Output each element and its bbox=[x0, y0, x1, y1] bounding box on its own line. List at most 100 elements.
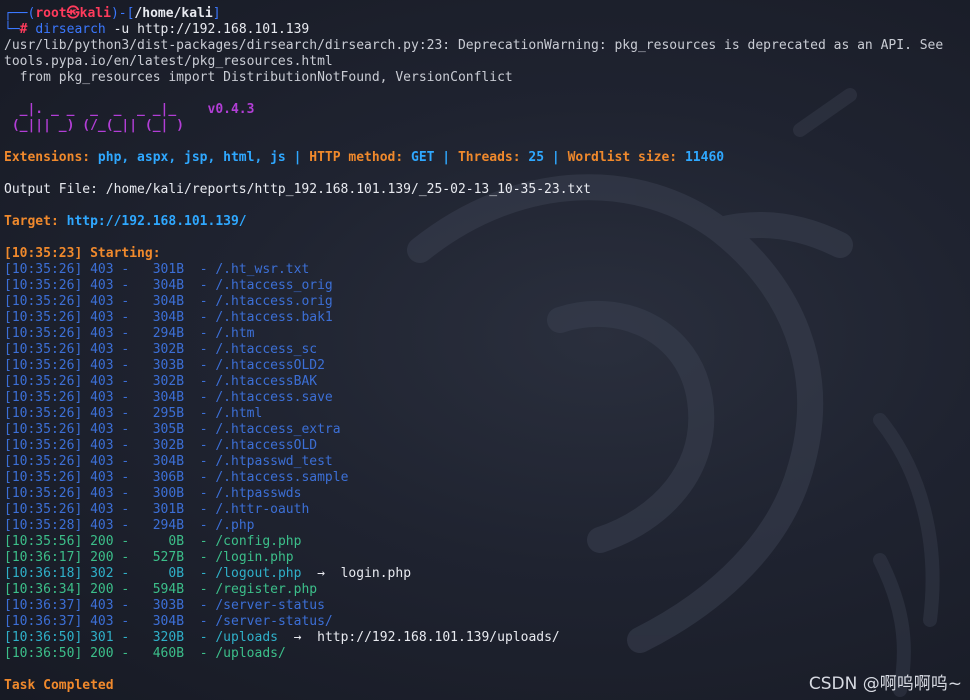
result-size: 304B bbox=[137, 294, 185, 309]
result-size: 304B bbox=[137, 454, 185, 469]
result-status: 200 bbox=[90, 582, 114, 597]
result-time: [10:36:34] bbox=[4, 582, 83, 597]
warning-line-2: tools.pypa.io/en/latest/pkg_resources.ht… bbox=[4, 54, 333, 69]
result-size: 300B bbox=[137, 486, 185, 501]
result-path: /server-status/ bbox=[215, 614, 333, 629]
result-path: /uploads bbox=[215, 630, 278, 645]
result-time: [10:35:26] bbox=[4, 406, 83, 421]
result-time: [10:35:26] bbox=[4, 326, 83, 341]
result-status: 200 bbox=[90, 550, 114, 565]
banner-art-2: (_||| _) (/_(_|| (_| ) bbox=[4, 118, 185, 133]
result-status: 403 bbox=[90, 406, 114, 421]
result-size: 304B bbox=[137, 278, 185, 293]
result-time: [10:36:17] bbox=[4, 550, 83, 565]
result-status: 403 bbox=[90, 502, 114, 517]
terminal-output: ┌──(root㉿kali)-[/home/kali] └─# dirsearc… bbox=[4, 6, 970, 694]
result-size: 304B bbox=[137, 614, 185, 629]
result-row: [10:35:28] 403 - 294B - /.php bbox=[4, 518, 255, 533]
csdn-watermark: CSDN @啊呜啊呜~ bbox=[808, 674, 962, 694]
result-row: [10:36:18] 302 - 0B - /logout.php → logi… bbox=[4, 566, 412, 581]
prompt-separator: )-[ bbox=[110, 6, 135, 21]
result-status: 200 bbox=[90, 534, 114, 549]
result-time: [10:35:26] bbox=[4, 390, 83, 405]
result-time: [10:35:26] bbox=[4, 262, 83, 277]
result-time: [10:35:26] bbox=[4, 278, 83, 293]
threads-value: 25 bbox=[528, 150, 545, 165]
target-line: Target: http://192.168.101.139/ bbox=[4, 214, 970, 230]
result-status: 403 bbox=[90, 342, 114, 357]
result-path: /.htaccess.bak1 bbox=[215, 310, 333, 325]
threads-label: Threads: bbox=[457, 150, 529, 165]
result-size: 294B bbox=[137, 518, 185, 533]
result-status: 301 bbox=[90, 630, 114, 645]
command-name: dirsearch bbox=[35, 22, 106, 37]
result-redirect: http://192.168.101.139/uploads/ bbox=[317, 630, 560, 645]
result-time: [10:35:26] bbox=[4, 342, 83, 357]
result-row: [10:35:26] 403 - 302B - /.htaccessBAK bbox=[4, 374, 318, 389]
result-row: [10:35:26] 403 - 295B - /.html bbox=[4, 406, 263, 421]
result-path: /register.php bbox=[215, 582, 318, 597]
result-size: 303B bbox=[137, 358, 185, 373]
result-time: [10:36:50] bbox=[4, 646, 83, 661]
result-size: 306B bbox=[137, 470, 185, 485]
result-status: 403 bbox=[90, 278, 114, 293]
wordlist-label: Wordlist size: bbox=[567, 150, 685, 165]
result-size: 594B bbox=[137, 582, 185, 597]
banner-version: v0.4.3 bbox=[207, 102, 255, 117]
result-row: [10:35:26] 403 - 304B - /.htaccess_orig bbox=[4, 278, 333, 293]
config-sep: | bbox=[434, 150, 458, 165]
terminal-window[interactable]: ┌──(root㉿kali)-[/home/kali] └─# dirsearc… bbox=[0, 0, 970, 700]
result-time: [10:35:26] bbox=[4, 502, 83, 517]
result-path: /.htaccess.sample bbox=[215, 470, 349, 485]
result-row: [10:35:26] 403 - 304B - /.htpasswd_test bbox=[4, 454, 333, 469]
result-path: /.htpasswds bbox=[215, 486, 302, 501]
result-path: /.htaccess_extra bbox=[215, 422, 341, 437]
result-size: 0B bbox=[137, 566, 185, 581]
config-sep: | bbox=[285, 150, 310, 165]
prompt-hash: # bbox=[19, 22, 28, 37]
result-row: [10:36:37] 403 - 303B - /server-status bbox=[4, 598, 325, 613]
result-status: 302 bbox=[90, 566, 114, 581]
result-time: [10:35:26] bbox=[4, 454, 83, 469]
result-row: [10:35:26] 403 - 302B - /.htaccessOLD bbox=[4, 438, 318, 453]
result-row: [10:35:26] 403 - 301B - /.ht_wsr.txt bbox=[4, 262, 310, 277]
method-label: HTTP method: bbox=[309, 150, 411, 165]
result-row: [10:35:26] 403 - 304B - /.htaccess.bak1 bbox=[4, 310, 333, 325]
result-status: 403 bbox=[90, 326, 114, 341]
result-status: 403 bbox=[90, 518, 114, 533]
result-size: 302B bbox=[137, 374, 185, 389]
target-label: Target: bbox=[4, 214, 67, 229]
method-value: GET bbox=[411, 150, 435, 165]
result-path: /server-status bbox=[215, 598, 325, 613]
command-line[interactable]: └─# dirsearch -u http://192.168.101.139 bbox=[4, 22, 970, 38]
result-time: [10:36:37] bbox=[4, 614, 83, 629]
result-status: 403 bbox=[90, 438, 114, 453]
result-row: [10:35:26] 403 - 303B - /.htaccessOLD2 bbox=[4, 358, 325, 373]
result-size: 320B bbox=[137, 630, 185, 645]
result-status: 403 bbox=[90, 358, 114, 373]
command-args: -u http://192.168.101.139 bbox=[113, 22, 310, 37]
banner-line-1: _|. _ _ _ _ _ _|_ v0.4.3 bbox=[4, 102, 970, 118]
result-row: [10:35:26] 403 - 294B - /.htm bbox=[4, 326, 255, 341]
result-path: /.htaccessOLD bbox=[215, 438, 318, 453]
result-path: /.htpasswd_test bbox=[215, 454, 333, 469]
result-path: /.php bbox=[215, 518, 255, 533]
prompt-corner: ┌──( bbox=[4, 6, 36, 21]
result-time: [10:36:50] bbox=[4, 630, 83, 645]
result-path: /.htaccessOLD2 bbox=[215, 358, 325, 373]
extensions-label: Extensions: bbox=[4, 150, 98, 165]
result-row: [10:35:56] 200 - 0B - /config.php bbox=[4, 534, 302, 549]
result-path: /.htm bbox=[215, 326, 255, 341]
result-status: 403 bbox=[90, 454, 114, 469]
result-path: /.ht_wsr.txt bbox=[215, 262, 310, 277]
result-path: /login.php bbox=[215, 550, 294, 565]
result-time: [10:35:26] bbox=[4, 438, 83, 453]
result-row: [10:35:26] 403 - 305B - /.htaccess_extra bbox=[4, 422, 341, 437]
result-status: 403 bbox=[90, 614, 114, 629]
result-time: [10:36:18] bbox=[4, 566, 83, 581]
result-time: [10:35:26] bbox=[4, 486, 83, 501]
result-path: /uploads/ bbox=[215, 646, 286, 661]
